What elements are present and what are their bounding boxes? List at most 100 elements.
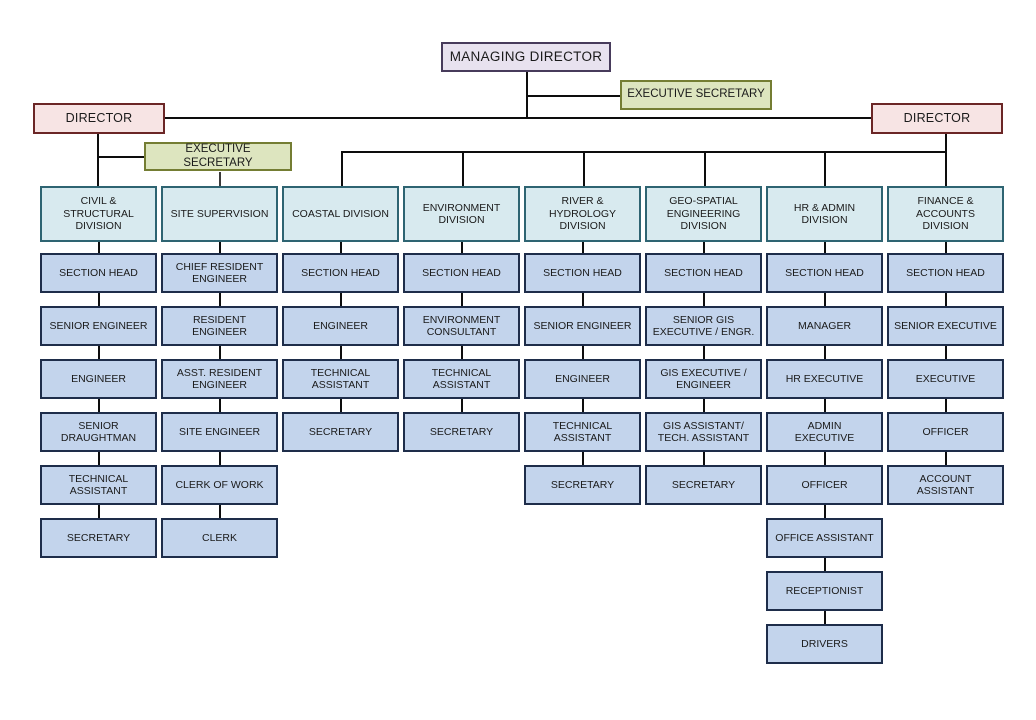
connector-geo-spatial-2 bbox=[702, 346, 705, 359]
role-label: ENGINEER bbox=[313, 319, 368, 332]
role-label: TECHNICAL ASSISTANT bbox=[310, 366, 371, 391]
role-box-hr-admin-1[interactable]: MANAGER bbox=[766, 306, 883, 346]
role-label: GIS EXECUTIVE / ENGINEER bbox=[660, 366, 747, 391]
role-box-coastal-3[interactable]: SECRETARY bbox=[282, 412, 399, 452]
node-managing-director[interactable]: MANAGING DIRECTOR bbox=[441, 42, 611, 72]
connector-site-supervision-0 bbox=[218, 242, 221, 253]
role-label: ADMIN EXECUTIVE bbox=[794, 419, 855, 444]
division-header-finance-accounts[interactable]: FINANCE & ACCOUNTS DIVISION bbox=[887, 186, 1004, 242]
role-box-geo-spatial-4[interactable]: SECRETARY bbox=[645, 465, 762, 505]
role-label: RESIDENT ENGINEER bbox=[192, 313, 247, 338]
role-label: ENVIRONMENT CONSULTANT bbox=[422, 313, 501, 338]
division-header-civil-structural[interactable]: CIVIL & STRUCTURAL DIVISION bbox=[40, 186, 157, 242]
role-box-finance-accounts-4[interactable]: ACCOUNT ASSISTANT bbox=[887, 465, 1004, 505]
division-header-label: GEO-SPATIAL ENGINEERING DIVISION bbox=[666, 195, 741, 233]
role-label: TECHNICAL ASSISTANT bbox=[552, 419, 613, 444]
role-box-geo-spatial-0[interactable]: SECTION HEAD bbox=[645, 253, 762, 293]
role-box-site-supervision-0[interactable]: CHIEF RESIDENT ENGINEER bbox=[161, 253, 278, 293]
role-box-environment-0[interactable]: SECTION HEAD bbox=[403, 253, 520, 293]
role-box-hr-admin-5[interactable]: OFFICE ASSISTANT bbox=[766, 518, 883, 558]
role-label: SECRETARY bbox=[671, 478, 736, 491]
role-box-geo-spatial-1[interactable]: SENIOR GIS EXECUTIVE / ENGR. bbox=[645, 306, 762, 346]
connector-coastal-2 bbox=[339, 346, 342, 359]
role-box-coastal-2[interactable]: TECHNICAL ASSISTANT bbox=[282, 359, 399, 399]
connector-hr-admin-0 bbox=[823, 242, 826, 253]
node-director-left[interactable]: DIRECTOR bbox=[33, 103, 165, 134]
connector-drop-geospatial bbox=[704, 151, 706, 186]
node-managing-director-label: MANAGING DIRECTOR bbox=[449, 49, 603, 65]
division-header-geo-spatial[interactable]: GEO-SPATIAL ENGINEERING DIVISION bbox=[645, 186, 762, 242]
role-box-finance-accounts-1[interactable]: SENIOR EXECUTIVE bbox=[887, 306, 1004, 346]
role-box-river-hydrology-2[interactable]: ENGINEER bbox=[524, 359, 641, 399]
role-box-hr-admin-6[interactable]: RECEPTIONIST bbox=[766, 571, 883, 611]
node-director-right[interactable]: DIRECTOR bbox=[871, 103, 1003, 134]
role-box-environment-2[interactable]: TECHNICAL ASSISTANT bbox=[403, 359, 520, 399]
role-box-hr-admin-2[interactable]: HR EXECUTIVE bbox=[766, 359, 883, 399]
role-label: SECTION HEAD bbox=[301, 266, 380, 279]
role-label: SECTION HEAD bbox=[59, 266, 138, 279]
role-box-civil-structural-0[interactable]: SECTION HEAD bbox=[40, 253, 157, 293]
connector-site-supervision-3 bbox=[218, 399, 221, 412]
connector-drop-coastal bbox=[341, 151, 343, 186]
role-box-hr-admin-4[interactable]: OFFICER bbox=[766, 465, 883, 505]
role-box-civil-structural-3[interactable]: SENIOR DRAUGHTMAN bbox=[40, 412, 157, 452]
role-box-coastal-1[interactable]: ENGINEER bbox=[282, 306, 399, 346]
role-label: SECRETARY bbox=[429, 425, 494, 438]
role-label: SENIOR EXECUTIVE bbox=[894, 319, 997, 332]
connector-division-bus bbox=[341, 151, 947, 153]
role-label: OFFICER bbox=[922, 425, 969, 438]
division-header-hr-admin[interactable]: HR & ADMIN DIVISION bbox=[766, 186, 883, 242]
role-box-civil-structural-5[interactable]: SECRETARY bbox=[40, 518, 157, 558]
role-label: OFFICE ASSISTANT bbox=[775, 531, 874, 544]
connector-environment-0 bbox=[460, 242, 463, 253]
role-box-civil-structural-2[interactable]: ENGINEER bbox=[40, 359, 157, 399]
role-label: SECTION HEAD bbox=[422, 266, 501, 279]
connector-geo-spatial-4 bbox=[702, 452, 705, 465]
role-box-civil-structural-4[interactable]: TECHNICAL ASSISTANT bbox=[40, 465, 157, 505]
role-box-environment-1[interactable]: ENVIRONMENT CONSULTANT bbox=[403, 306, 520, 346]
role-box-hr-admin-3[interactable]: ADMIN EXECUTIVE bbox=[766, 412, 883, 452]
role-label: ENGINEER bbox=[555, 372, 610, 385]
connector-right-director-down bbox=[945, 134, 947, 152]
connector-finance-accounts-0 bbox=[944, 242, 947, 253]
role-box-river-hydrology-1[interactable]: SENIOR ENGINEER bbox=[524, 306, 641, 346]
connector-environment-2 bbox=[460, 346, 463, 359]
role-box-civil-structural-1[interactable]: SENIOR ENGINEER bbox=[40, 306, 157, 346]
node-executive-secretary-director[interactable]: EXECUTIVE SECRETARY bbox=[144, 142, 292, 171]
division-header-site-supervision[interactable]: SITE SUPERVISION bbox=[161, 186, 278, 242]
role-box-site-supervision-3[interactable]: SITE ENGINEER bbox=[161, 412, 278, 452]
role-box-environment-3[interactable]: SECRETARY bbox=[403, 412, 520, 452]
role-box-site-supervision-2[interactable]: ASST. RESIDENT ENGINEER bbox=[161, 359, 278, 399]
division-header-coastal[interactable]: COASTAL DIVISION bbox=[282, 186, 399, 242]
role-box-coastal-0[interactable]: SECTION HEAD bbox=[282, 253, 399, 293]
role-label: SENIOR GIS EXECUTIVE / ENGR. bbox=[652, 313, 755, 338]
connector-river-hydrology-3 bbox=[581, 399, 584, 412]
role-box-river-hydrology-4[interactable]: SECRETARY bbox=[524, 465, 641, 505]
division-header-river-hydrology[interactable]: RIVER & HYDROLOGY DIVISION bbox=[524, 186, 641, 242]
role-box-hr-admin-7[interactable]: DRIVERS bbox=[766, 624, 883, 664]
division-header-label: SITE SUPERVISION bbox=[170, 207, 269, 220]
connector-coastal-3 bbox=[339, 399, 342, 412]
role-box-geo-spatial-3[interactable]: GIS ASSISTANT/ TECH. ASSISTANT bbox=[645, 412, 762, 452]
role-label: MANAGER bbox=[797, 319, 852, 332]
role-box-finance-accounts-3[interactable]: OFFICER bbox=[887, 412, 1004, 452]
role-box-finance-accounts-0[interactable]: SECTION HEAD bbox=[887, 253, 1004, 293]
connector-river-hydrology-0 bbox=[581, 242, 584, 253]
role-box-finance-accounts-2[interactable]: EXECUTIVE bbox=[887, 359, 1004, 399]
role-box-river-hydrology-0[interactable]: SECTION HEAD bbox=[524, 253, 641, 293]
division-header-label: FINANCE & ACCOUNTS DIVISION bbox=[916, 195, 975, 233]
role-box-river-hydrology-3[interactable]: TECHNICAL ASSISTANT bbox=[524, 412, 641, 452]
role-label: SENIOR DRAUGHTMAN bbox=[60, 419, 137, 444]
role-box-hr-admin-0[interactable]: SECTION HEAD bbox=[766, 253, 883, 293]
role-label: TECHNICAL ASSISTANT bbox=[68, 472, 129, 497]
connector-director-bus bbox=[98, 117, 938, 119]
role-box-site-supervision-4[interactable]: CLERK OF WORK bbox=[161, 465, 278, 505]
connector-hr-admin-7 bbox=[823, 611, 826, 624]
role-box-geo-spatial-2[interactable]: GIS EXECUTIVE / ENGINEER bbox=[645, 359, 762, 399]
node-executive-secretary-md[interactable]: EXECUTIVE SECRETARY bbox=[620, 80, 772, 110]
role-box-site-supervision-5[interactable]: CLERK bbox=[161, 518, 278, 558]
division-header-environment[interactable]: ENVIRONMENT DIVISION bbox=[403, 186, 520, 242]
role-label: ASST. RESIDENT ENGINEER bbox=[176, 366, 263, 391]
role-box-site-supervision-1[interactable]: RESIDENT ENGINEER bbox=[161, 306, 278, 346]
role-label: SECTION HEAD bbox=[664, 266, 743, 279]
